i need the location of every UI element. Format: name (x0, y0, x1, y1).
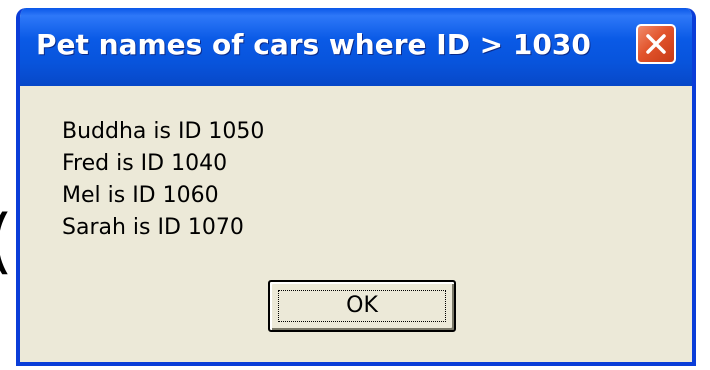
dialog-title: Pet names of cars where ID > 1030 (36, 28, 591, 61)
message-line: Mel is ID 1060 (62, 183, 219, 208)
title-bar[interactable]: Pet names of cars where ID > 1030 (20, 8, 692, 86)
background-parenthesis-glyph: ( (0, 206, 13, 276)
close-icon (646, 34, 666, 54)
ok-button[interactable]: OK (268, 280, 456, 332)
message-line: Sarah is ID 1070 (62, 215, 244, 240)
message-line: Buddha is ID 1050 (62, 119, 265, 144)
ok-button-label: OK (278, 290, 446, 322)
message-line: Fred is ID 1040 (62, 151, 228, 176)
close-button[interactable] (636, 24, 676, 64)
message-dialog: Pet names of cars where ID > 1030 Buddha… (16, 8, 696, 366)
message-list: Buddha is ID 1050 Fred is ID 1040 Mel is… (62, 116, 264, 244)
